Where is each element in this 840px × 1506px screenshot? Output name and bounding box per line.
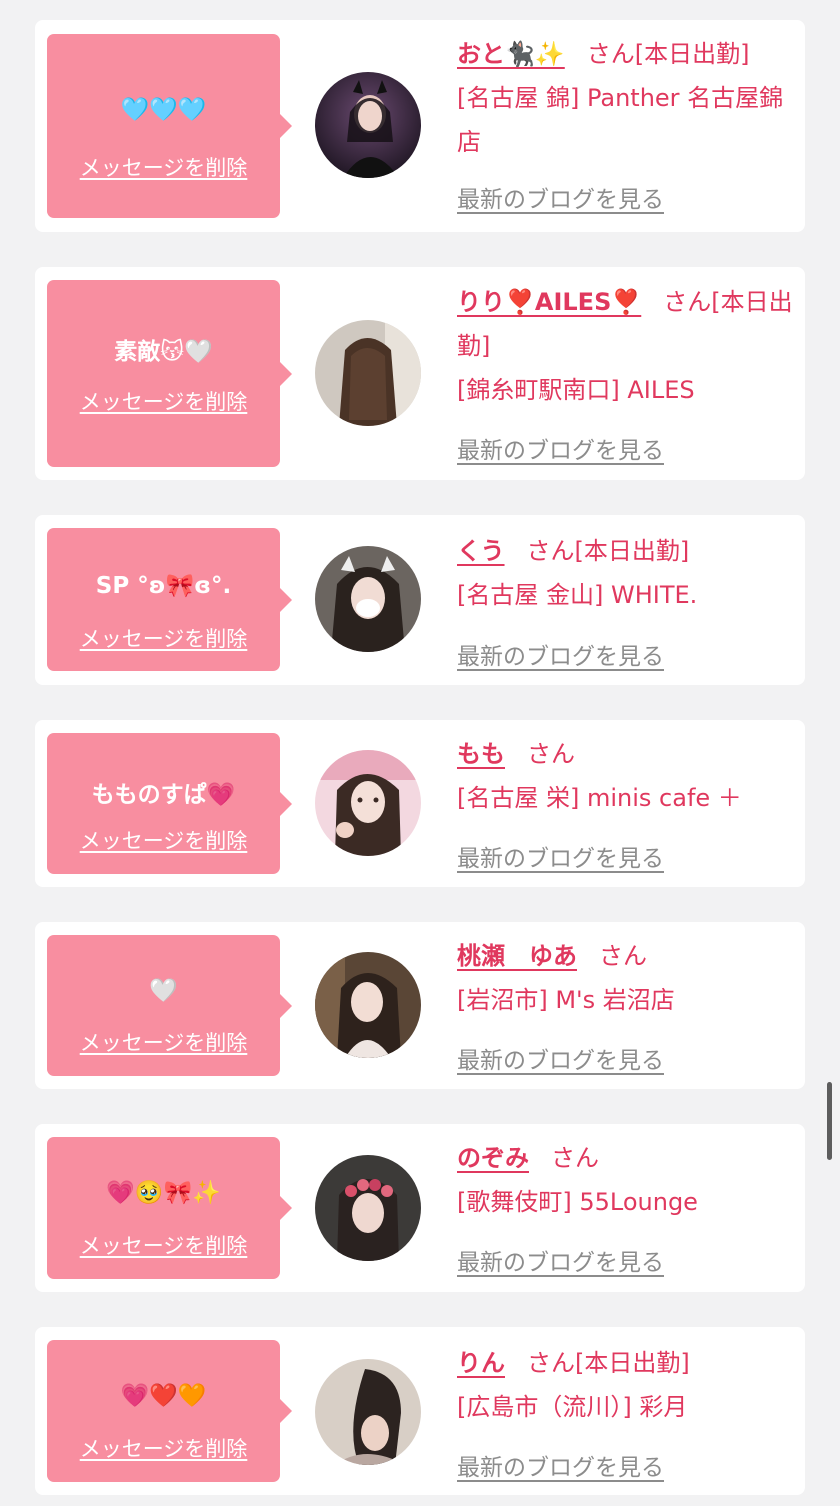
cast-avatar[interactable]	[315, 952, 421, 1058]
delete-message-link[interactable]: メッセージを削除	[47, 623, 280, 653]
message-bubble: 💗❤️🧡 メッセージを削除	[47, 1340, 292, 1482]
cast-name-link[interactable]: のぞみ	[457, 1144, 529, 1172]
attendance-tag: [本日出勤]	[574, 537, 690, 565]
latest-blog-link[interactable]: 最新のブログを見る	[457, 1448, 664, 1482]
cast-avatar[interactable]	[315, 1155, 421, 1261]
message-list: 🩵🩵🩵 メッセージを削除 おと🐈‍⬛✨さん[本日出勤]	[0, 0, 840, 1506]
message-bubble: 🩵🩵🩵 メッセージを削除	[47, 34, 292, 218]
cast-avatar[interactable]	[315, 750, 421, 856]
latest-blog-link[interactable]: 最新のブログを見る	[457, 180, 664, 214]
message-text: もものすぱ💗	[91, 782, 236, 808]
message-card: 素敵😽🤍 メッセージを削除 りり❣️AILES❣️ さん[本日出勤] [錦糸町駅南…	[35, 267, 805, 480]
cast-info: もも さん [名古屋 栄] minis cafe ＋	[457, 732, 797, 820]
message-bubble: 🤍 メッセージを削除	[47, 935, 292, 1076]
message-bubble: もものすぱ💗 メッセージを削除	[47, 733, 292, 874]
shop-label: [名古屋 錦] Panther 名古屋錦店	[457, 84, 784, 156]
delete-message-link[interactable]: メッセージを削除	[47, 152, 280, 182]
cast-info: りん さん[本日出勤] [広島市（流川）] 彩月	[457, 1341, 797, 1429]
latest-blog-link[interactable]: 最新のブログを見る	[457, 839, 664, 873]
latest-blog-link[interactable]: 最新のブログを見る	[457, 431, 664, 465]
message-card: 🤍 メッセージを削除 桃瀬 ゆあ さん [岩沼市] M's 岩沼店 最新のブログを…	[35, 922, 805, 1089]
message-text: SP °ʚ🎀ɞ°.	[95, 573, 232, 599]
message-bubble: 素敵😽🤍 メッセージを削除	[47, 280, 292, 467]
message-card: 💗❤️🧡 メッセージを削除 りん さん[本日出勤] [広島市（流川）] 彩月 最新…	[35, 1327, 805, 1495]
shop-label: [名古屋 金山] WHITE.	[457, 581, 698, 609]
shop-label: [錦糸町駅南口] AILES	[457, 376, 695, 404]
cast-avatar[interactable]	[315, 1359, 421, 1465]
shop-label: [岩沼市] M's 岩沼店	[457, 986, 675, 1014]
cast-info: 桃瀬 ゆあ さん [岩沼市] M's 岩沼店	[457, 934, 797, 1022]
scrollbar[interactable]	[827, 1082, 832, 1160]
honorific: さん	[599, 942, 647, 970]
cast-info: くう さん[本日出勤] [名古屋 金山] WHITE.	[457, 529, 797, 617]
message-card: SP °ʚ🎀ɞ°. メッセージを削除 くう さん[本日出勤] [名古屋 金山] W…	[35, 515, 805, 685]
attendance-tag: [本日出勤]	[634, 40, 750, 68]
message-bubble: 💗🥹🎀✨ メッセージを削除	[47, 1137, 292, 1279]
honorific: さん	[663, 288, 712, 316]
cast-name-link[interactable]: くう	[457, 537, 505, 565]
cast-name-link[interactable]: 桃瀬 ゆあ	[457, 942, 577, 970]
message-text: 🤍	[149, 978, 178, 1004]
shop-label: [歌舞伎町] 55Lounge	[457, 1188, 698, 1216]
message-card: 🩵🩵🩵 メッセージを削除 おと🐈‍⬛✨ さん[本日出勤]	[35, 20, 805, 232]
cast-name-link[interactable]: りり❣️AILES❣️	[457, 288, 641, 316]
cast-info: おと🐈‍⬛✨ さん[本日出勤] [名古屋 錦] Panther 名古屋錦店	[457, 32, 797, 164]
message-bubble: SP °ʚ🎀ɞ°. メッセージを削除	[47, 528, 292, 671]
message-text: 素敵😽🤍	[114, 339, 213, 365]
delete-message-link[interactable]: メッセージを削除	[47, 386, 280, 416]
cast-name-link[interactable]: りん	[457, 1349, 505, 1377]
cast-avatar[interactable]	[315, 320, 421, 426]
latest-blog-link[interactable]: 最新のブログを見る	[457, 1243, 664, 1277]
message-card: もものすぱ💗 メッセージを削除 もも さん [名古屋 栄] minis cafe …	[35, 720, 805, 887]
honorific: さん	[527, 1349, 575, 1377]
honorific: さん	[551, 1144, 599, 1172]
shop-label: [広島市（流川）] 彩月	[457, 1393, 688, 1421]
message-text: 💗❤️🧡	[120, 1383, 207, 1409]
cast-avatar[interactable]	[315, 546, 421, 652]
cast-name-link[interactable]: もも	[457, 740, 505, 768]
delete-message-link[interactable]: メッセージを削除	[47, 825, 280, 855]
message-text: 🩵🩵🩵	[120, 97, 207, 123]
honorific: さん	[526, 537, 575, 565]
attendance-tag: [本日出勤]	[575, 1349, 690, 1377]
latest-blog-link[interactable]: 最新のブログを見る	[457, 637, 664, 671]
delete-message-link[interactable]: メッセージを削除	[47, 1230, 280, 1260]
cast-avatar[interactable]	[315, 72, 421, 178]
honorific: さん	[586, 40, 635, 68]
cast-info: りり❣️AILES❣️ さん[本日出勤] [錦糸町駅南口] AILES	[457, 280, 797, 412]
message-card: 💗🥹🎀✨ メッセージを削除 のぞみ さん [歌舞伎町] 55Lounge 最新のブ…	[35, 1124, 805, 1292]
cast-name-link[interactable]: おと🐈‍⬛✨	[457, 40, 565, 68]
delete-message-link[interactable]: メッセージを削除	[47, 1433, 280, 1463]
message-text: 💗🥹🎀✨	[106, 1180, 221, 1206]
cast-info: のぞみ さん [歌舞伎町] 55Lounge	[457, 1136, 797, 1224]
shop-label: [名古屋 栄] minis cafe ＋	[457, 784, 742, 812]
delete-message-link[interactable]: メッセージを削除	[47, 1027, 280, 1057]
honorific: さん	[527, 740, 575, 768]
latest-blog-link[interactable]: 最新のブログを見る	[457, 1041, 664, 1075]
